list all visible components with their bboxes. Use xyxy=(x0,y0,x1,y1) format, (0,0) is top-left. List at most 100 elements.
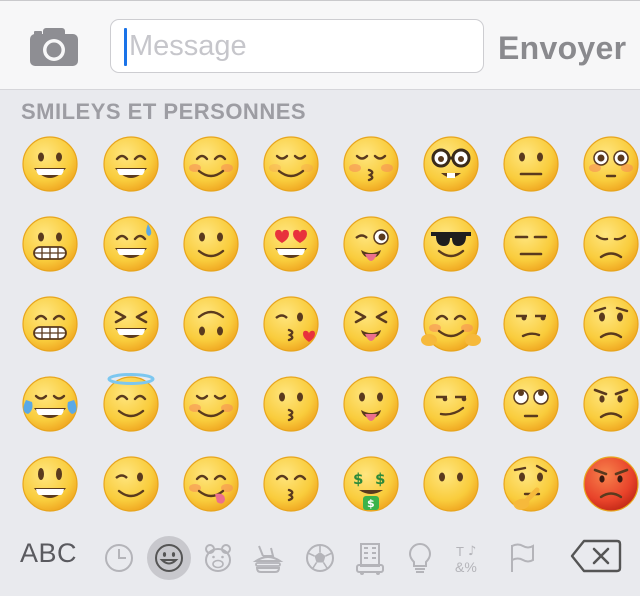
emoji-expressionless[interactable] xyxy=(499,212,563,276)
emoji-slight-smile[interactable] xyxy=(179,212,243,276)
message-bar: Envoyer xyxy=(0,0,640,90)
emoji-sunglasses[interactable] xyxy=(419,212,483,276)
kissing-smiling-eyes-icon xyxy=(263,456,319,512)
grin-teeth-icon xyxy=(22,296,78,352)
kissing-icon xyxy=(263,376,319,432)
emoji-smile[interactable] xyxy=(99,132,163,196)
svg-text:$: $ xyxy=(367,497,375,510)
tab-symbols[interactable]: T ♪ &% xyxy=(448,536,492,580)
emoji-smiley[interactable] xyxy=(18,452,82,516)
emoji-thinking[interactable] xyxy=(499,452,563,516)
sunglasses-icon xyxy=(423,216,479,272)
tab-travel[interactable] xyxy=(348,536,392,580)
sweat-smile-icon xyxy=(103,216,159,272)
camera-button[interactable] xyxy=(26,24,82,68)
smirk-icon xyxy=(423,376,479,432)
emoji-wink[interactable] xyxy=(99,452,163,516)
emoji-grid: $ $ $ xyxy=(0,130,640,525)
smiley-icon xyxy=(22,456,78,512)
no-mouth-icon xyxy=(423,456,479,512)
emoji-smiling-closed-eyes[interactable] xyxy=(179,372,243,436)
neutral-icon xyxy=(503,136,559,192)
money-mouth-icon: $ $$ xyxy=(343,456,399,512)
rage-icon xyxy=(583,456,639,512)
bulb-icon xyxy=(408,543,432,573)
emoji-kissing-closed-eyes[interactable] xyxy=(339,132,403,196)
winking-tongue-icon xyxy=(343,216,399,272)
disappointed-icon xyxy=(583,216,639,272)
expressionless-icon xyxy=(503,216,559,272)
hugging-icon xyxy=(421,296,481,352)
emoji-sweat-smile[interactable] xyxy=(99,212,163,276)
delete-button[interactable] xyxy=(570,538,622,574)
squint-tongue-icon xyxy=(343,296,399,352)
emoji-angry[interactable] xyxy=(579,372,640,436)
nerd-icon xyxy=(423,136,479,192)
tongue-icon xyxy=(343,376,399,432)
innocent-icon xyxy=(103,373,159,432)
upside-down-icon xyxy=(183,296,239,352)
angry-icon xyxy=(583,376,639,432)
symbols-icon: T ♪ &% xyxy=(455,544,477,575)
tab-food[interactable] xyxy=(246,536,290,580)
emoji-disappointed[interactable] xyxy=(579,212,640,276)
emoji-category-bar: ABC T ♪ &% xyxy=(0,528,640,596)
svg-text:♪: ♪ xyxy=(468,544,476,559)
emoji-no-mouth[interactable] xyxy=(419,452,483,516)
building-icon xyxy=(356,543,384,575)
emoji-winking-tongue[interactable] xyxy=(339,212,403,276)
yum-icon xyxy=(183,456,239,512)
heart-eyes-icon xyxy=(263,216,319,272)
emoji-heart-eyes[interactable] xyxy=(259,212,323,276)
emoji-rage[interactable] xyxy=(579,452,640,516)
message-input[interactable] xyxy=(110,19,484,73)
grinning-icon xyxy=(22,136,78,192)
eye-roll-icon xyxy=(503,376,559,432)
emoji-nerd[interactable] xyxy=(419,132,483,196)
food-icon xyxy=(252,545,284,573)
flushed-icon xyxy=(583,136,639,192)
top-divider xyxy=(0,0,640,1)
abc-keyboard-button[interactable]: ABC xyxy=(20,538,77,569)
emoji-tongue[interactable] xyxy=(339,372,403,436)
emoji-yum[interactable] xyxy=(179,452,243,516)
emoji-blush[interactable] xyxy=(179,132,243,196)
emoji-eye-roll[interactable] xyxy=(499,372,563,436)
smile-icon xyxy=(103,136,159,192)
emoji-grin-teeth[interactable] xyxy=(18,292,82,356)
laughing-icon xyxy=(103,296,159,352)
tab-objects[interactable] xyxy=(398,536,442,580)
worried-icon xyxy=(583,296,639,352)
tab-animals[interactable] xyxy=(196,536,240,580)
emoji-kissing-heart[interactable] xyxy=(259,292,323,356)
tab-recent[interactable] xyxy=(97,536,141,580)
emoji-flushed[interactable] xyxy=(579,132,640,196)
emoji-grinning[interactable] xyxy=(18,132,82,196)
emoji-upside-down[interactable] xyxy=(179,292,243,356)
send-button[interactable]: Envoyer xyxy=(498,26,630,70)
tab-flags[interactable] xyxy=(498,536,542,580)
tab-activity[interactable] xyxy=(298,536,342,580)
emoji-relieved[interactable] xyxy=(259,132,323,196)
emoji-kissing-smiling-eyes[interactable] xyxy=(259,452,323,516)
emoji-neutral[interactable] xyxy=(499,132,563,196)
emoji-money-mouth[interactable]: $ $ $ xyxy=(339,452,403,516)
emoji-kissing[interactable] xyxy=(259,372,323,436)
emoji-unamused[interactable] xyxy=(499,292,563,356)
clock-icon xyxy=(105,544,133,572)
emoji-joy[interactable] xyxy=(18,372,82,436)
emoji-grimacing[interactable] xyxy=(18,212,82,276)
emoji-innocent[interactable] xyxy=(99,372,163,436)
relieved-icon xyxy=(263,136,319,192)
emoji-smirk[interactable] xyxy=(419,372,483,436)
emoji-hugging[interactable] xyxy=(419,292,483,356)
emoji-worried[interactable] xyxy=(579,292,640,356)
tab-smileys[interactable] xyxy=(147,536,191,580)
emoji-laughing[interactable] xyxy=(99,292,163,356)
flag-icon xyxy=(511,543,534,572)
emoji-squint-tongue[interactable] xyxy=(339,292,403,356)
kissing-heart-icon xyxy=(263,296,319,352)
ball-icon xyxy=(306,544,334,572)
kissing-closed-eyes-icon xyxy=(343,136,399,192)
svg-text:$: $ xyxy=(353,470,363,488)
